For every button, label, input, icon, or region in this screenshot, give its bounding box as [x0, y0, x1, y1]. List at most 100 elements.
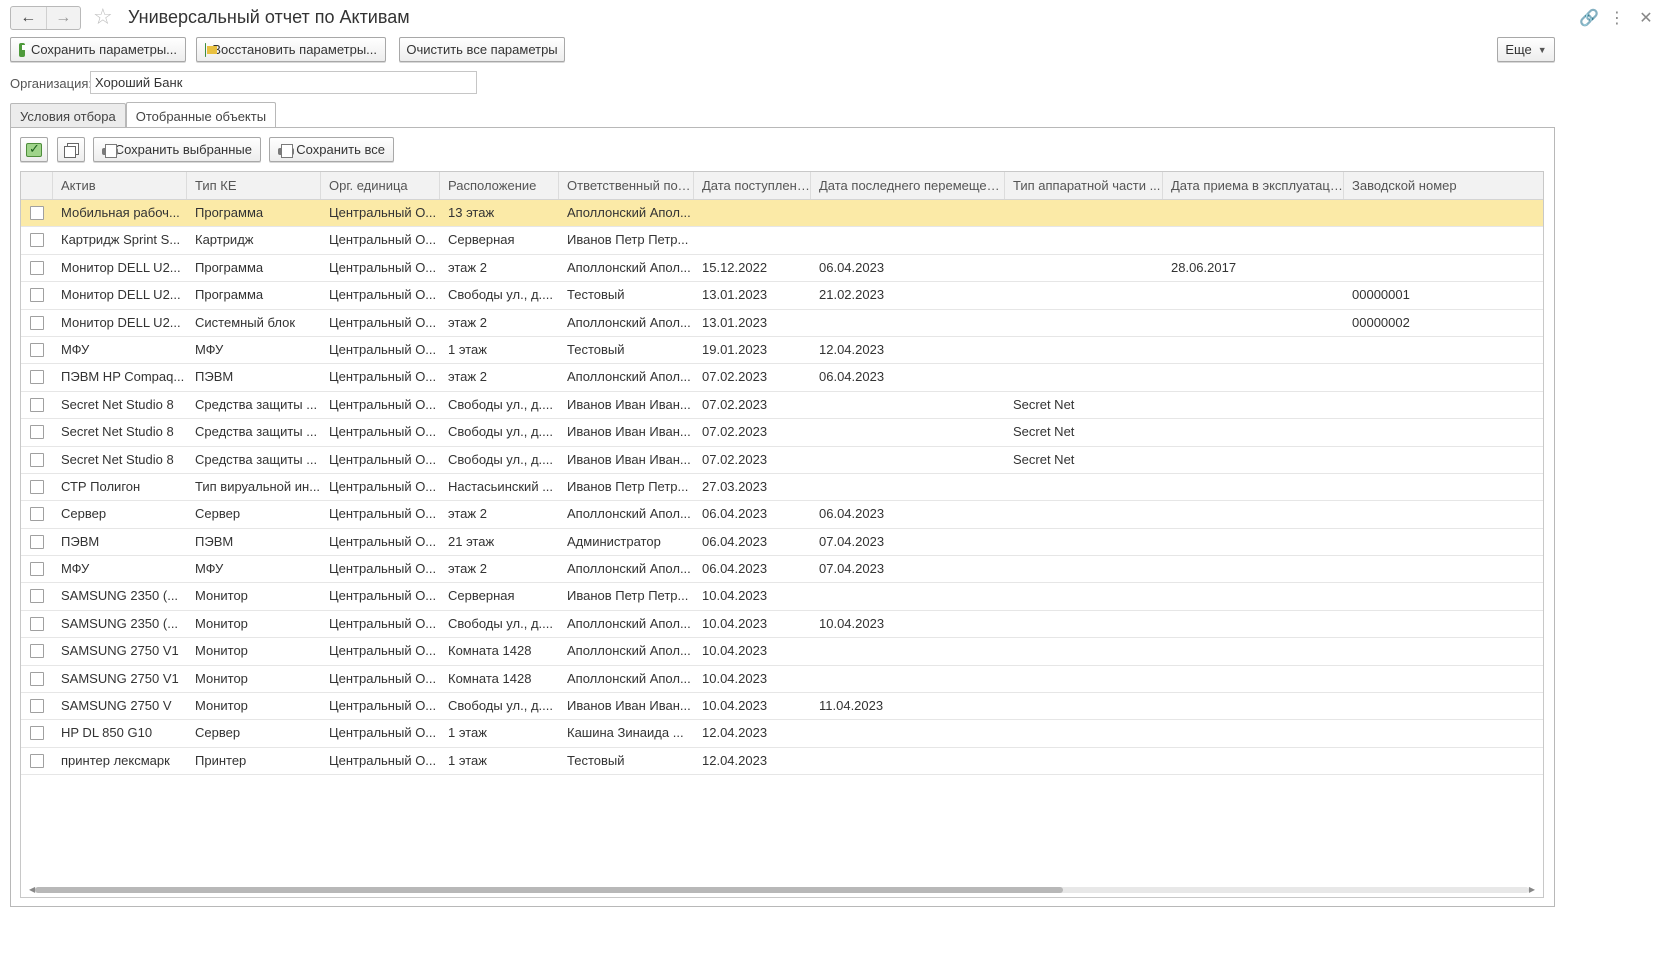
save-all-button[interactable]: Сохранить все — [269, 137, 394, 162]
cell-asset: Монитор DELL U2... — [61, 314, 181, 330]
table-row[interactable]: Мобильная рабоч... Программа Центральный О… — [21, 200, 1543, 228]
cell-location: Серверная — [448, 588, 515, 604]
row-checkbox[interactable] — [30, 699, 44, 714]
column-header-receipt-date[interactable]: Дата поступления — [694, 172, 811, 199]
row-checkbox[interactable] — [30, 589, 44, 604]
scrollbar-thumb[interactable] — [35, 887, 1063, 893]
table-row[interactable]: Монитор DELL U2... Программа Центральный О… — [21, 282, 1543, 310]
cell-hardware-type — [1005, 529, 1163, 555]
column-header-hardware-type[interactable]: Тип аппаратной части ... — [1005, 172, 1163, 199]
horizontal-scrollbar[interactable]: ◀ ▶ — [29, 885, 1535, 895]
cell-asset: Монитор DELL U2... — [61, 287, 181, 303]
row-checkbox[interactable] — [30, 425, 44, 440]
row-checkbox[interactable] — [30, 260, 44, 275]
kebab-menu-icon[interactable]: ⋮ — [1609, 8, 1625, 28]
column-header-responsible[interactable]: Ответственный пол... — [559, 172, 694, 199]
cell-ke-type: Принтер — [195, 752, 247, 768]
table-row[interactable]: принтер лексмарк Принтер Центральный О... 1… — [21, 748, 1543, 776]
table-row[interactable]: Картридж Sprint S... Картридж Центральный … — [21, 227, 1543, 255]
objects-table: Актив Тип КЕ Орг. единица Расположение Ответ… — [20, 171, 1544, 898]
row-checkbox[interactable] — [30, 342, 44, 357]
table-row[interactable]: SAMSUNG 2350 (... Монитор Центральный О...… — [21, 583, 1543, 611]
tab-selected-objects[interactable]: Отобранные объекты — [125, 102, 277, 128]
close-icon[interactable]: ✕ — [1639, 8, 1653, 28]
arrow-right-icon: → — [55, 9, 72, 26]
column-header-ke-type[interactable]: Тип КЕ — [187, 172, 321, 199]
row-checkbox[interactable] — [30, 206, 44, 220]
cell-responsible: Аполлонский Апол... — [567, 314, 691, 330]
cell-org-unit: Центральный О... — [329, 259, 437, 275]
row-checkbox[interactable] — [30, 370, 44, 385]
table-row[interactable]: SAMSUNG 2750 V1 Монитор Центральный О... Ко… — [21, 666, 1543, 694]
table-row[interactable]: Монитор DELL U2... Программа Центральный О… — [21, 255, 1543, 283]
table-row[interactable]: МФУ МФУ Центральный О... этаж 2 Аполлонский … — [21, 556, 1543, 584]
table-row[interactable]: SAMSUNG 2750 V1 Монитор Центральный О... Ко… — [21, 638, 1543, 666]
table-row[interactable]: Secret Net Studio 8 Средства защиты ... Це… — [21, 419, 1543, 447]
cell-org-unit: Центральный О... — [329, 506, 437, 522]
row-checkbox[interactable] — [30, 644, 44, 659]
table-row[interactable]: ПЭВМ ПЭВМ Центральный О... 21 этаж Администр… — [21, 529, 1543, 557]
cell-last-move-date: 12.04.2023 — [819, 341, 885, 357]
row-checkbox[interactable] — [30, 726, 44, 741]
row-checkbox[interactable] — [30, 507, 44, 522]
link-icon[interactable]: 🔗 — [1579, 8, 1599, 28]
table-row[interactable]: Сервер Сервер Центральный О... этаж 2 Аполло… — [21, 501, 1543, 529]
cell-last-move-date: 07.04.2023 — [819, 561, 885, 577]
back-button[interactable]: ← — [11, 7, 46, 29]
table-row[interactable]: СТР Полигон Тип вируальной ин... Центральн… — [21, 474, 1543, 502]
tab-filter-conditions[interactable]: Условия отбора — [10, 103, 126, 128]
check-all-icon — [26, 141, 42, 157]
row-checkbox[interactable] — [30, 397, 44, 412]
cell-responsible: Иванов Иван Иван... — [567, 698, 691, 714]
table-row[interactable]: Secret Net Studio 8 Средства защиты ... Це… — [21, 447, 1543, 474]
column-header-serial-number[interactable]: Заводской номер — [1344, 172, 1543, 199]
row-checkbox[interactable] — [30, 534, 44, 549]
row-checkbox[interactable] — [30, 315, 44, 330]
star-icon[interactable]: ☆ — [93, 5, 113, 29]
column-header-last-move-date[interactable]: Дата последнего перемещения — [811, 172, 1005, 199]
table-row[interactable]: Secret Net Studio 8 Средства защиты ... Це… — [21, 392, 1543, 420]
table-row[interactable]: МФУ МФУ Центральный О... 1 этаж Тестовый 19.0… — [21, 337, 1543, 365]
cell-ke-type: МФУ — [195, 561, 224, 577]
organization-field[interactable]: Хороший Банк — [90, 71, 477, 94]
forward-button[interactable]: → — [45, 7, 81, 29]
title-bar: ← → ☆ Универсальный отчет по Активам 🔗 ⋮… — [10, 5, 1653, 30]
scroll-right-icon[interactable]: ▶ — [1529, 885, 1535, 895]
copy-button[interactable] — [57, 137, 85, 162]
column-header-org-unit[interactable]: Орг. единица — [321, 172, 440, 199]
cell-org-unit: Центральный О... — [329, 561, 437, 577]
cell-responsible: Иванов Иван Иван... — [567, 424, 691, 440]
save-params-button[interactable]: Сохранить параметры... — [10, 37, 186, 62]
row-checkbox[interactable] — [30, 452, 44, 467]
row-checkbox[interactable] — [30, 233, 44, 248]
table-row[interactable]: HP DL 850 G10 Сервер Центральный О... 1 эта… — [21, 720, 1543, 748]
column-header-commission-date[interactable]: Дата приема в эксплуатацию — [1163, 172, 1344, 199]
cell-org-unit: Центральный О... — [329, 232, 437, 248]
more-button[interactable]: Еще ▼ — [1497, 37, 1555, 62]
cell-location: Комната 1428 — [448, 670, 532, 686]
row-checkbox[interactable] — [30, 288, 44, 303]
check-all-button[interactable] — [20, 137, 48, 162]
cell-hardware-type — [1005, 364, 1163, 390]
row-checkbox[interactable] — [30, 562, 44, 577]
row-checkbox[interactable] — [30, 671, 44, 686]
row-checkbox[interactable] — [30, 616, 44, 631]
table-row[interactable]: SAMSUNG 2750 V Монитор Центральный О... Сво… — [21, 693, 1543, 721]
cell-location: этаж 2 — [448, 314, 487, 330]
row-checkbox[interactable] — [30, 753, 44, 768]
cell-asset: Сервер — [61, 506, 107, 522]
table-row[interactable]: SAMSUNG 2350 (... Монитор Центральный О...… — [21, 611, 1543, 639]
restore-params-button[interactable]: Восстановить параметры... — [196, 37, 386, 62]
clear-params-button[interactable]: Очистить все параметры — [399, 37, 565, 62]
cell-last-move-date — [811, 200, 1005, 226]
table-row[interactable]: ПЭВМ HP Compaq... ПЭВМ Центральный О... эта… — [21, 364, 1543, 392]
row-checkbox[interactable] — [30, 479, 44, 494]
printer-icon — [278, 143, 295, 158]
column-header-location[interactable]: Расположение — [440, 172, 559, 199]
table-row[interactable]: Монитор DELL U2... Системный блок Централь… — [21, 310, 1543, 337]
save-selected-button[interactable]: Сохранить выбранные — [93, 137, 261, 162]
column-header-asset[interactable]: Актив — [53, 172, 187, 199]
cell-commission-date — [1163, 227, 1344, 253]
cell-ke-type: Монитор — [195, 670, 248, 686]
cell-last-move-date — [811, 638, 1005, 664]
